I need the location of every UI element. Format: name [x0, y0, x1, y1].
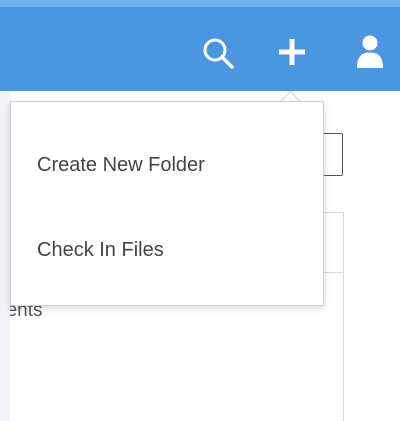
menu-item-create-new-folder[interactable]: Create New Folder [11, 135, 323, 195]
search-icon[interactable] [199, 34, 239, 74]
plus-icon[interactable] [274, 34, 310, 70]
header-accent-line [0, 0, 400, 7]
menu-item-check-in-files[interactable]: Check In Files [11, 220, 323, 280]
top-header-bar [0, 0, 400, 91]
add-dropdown-menu: Create New Folder Check In Files [10, 101, 324, 306]
user-icon[interactable] [352, 32, 388, 70]
app-window: nents Create New Folder Check In Files [0, 0, 400, 421]
